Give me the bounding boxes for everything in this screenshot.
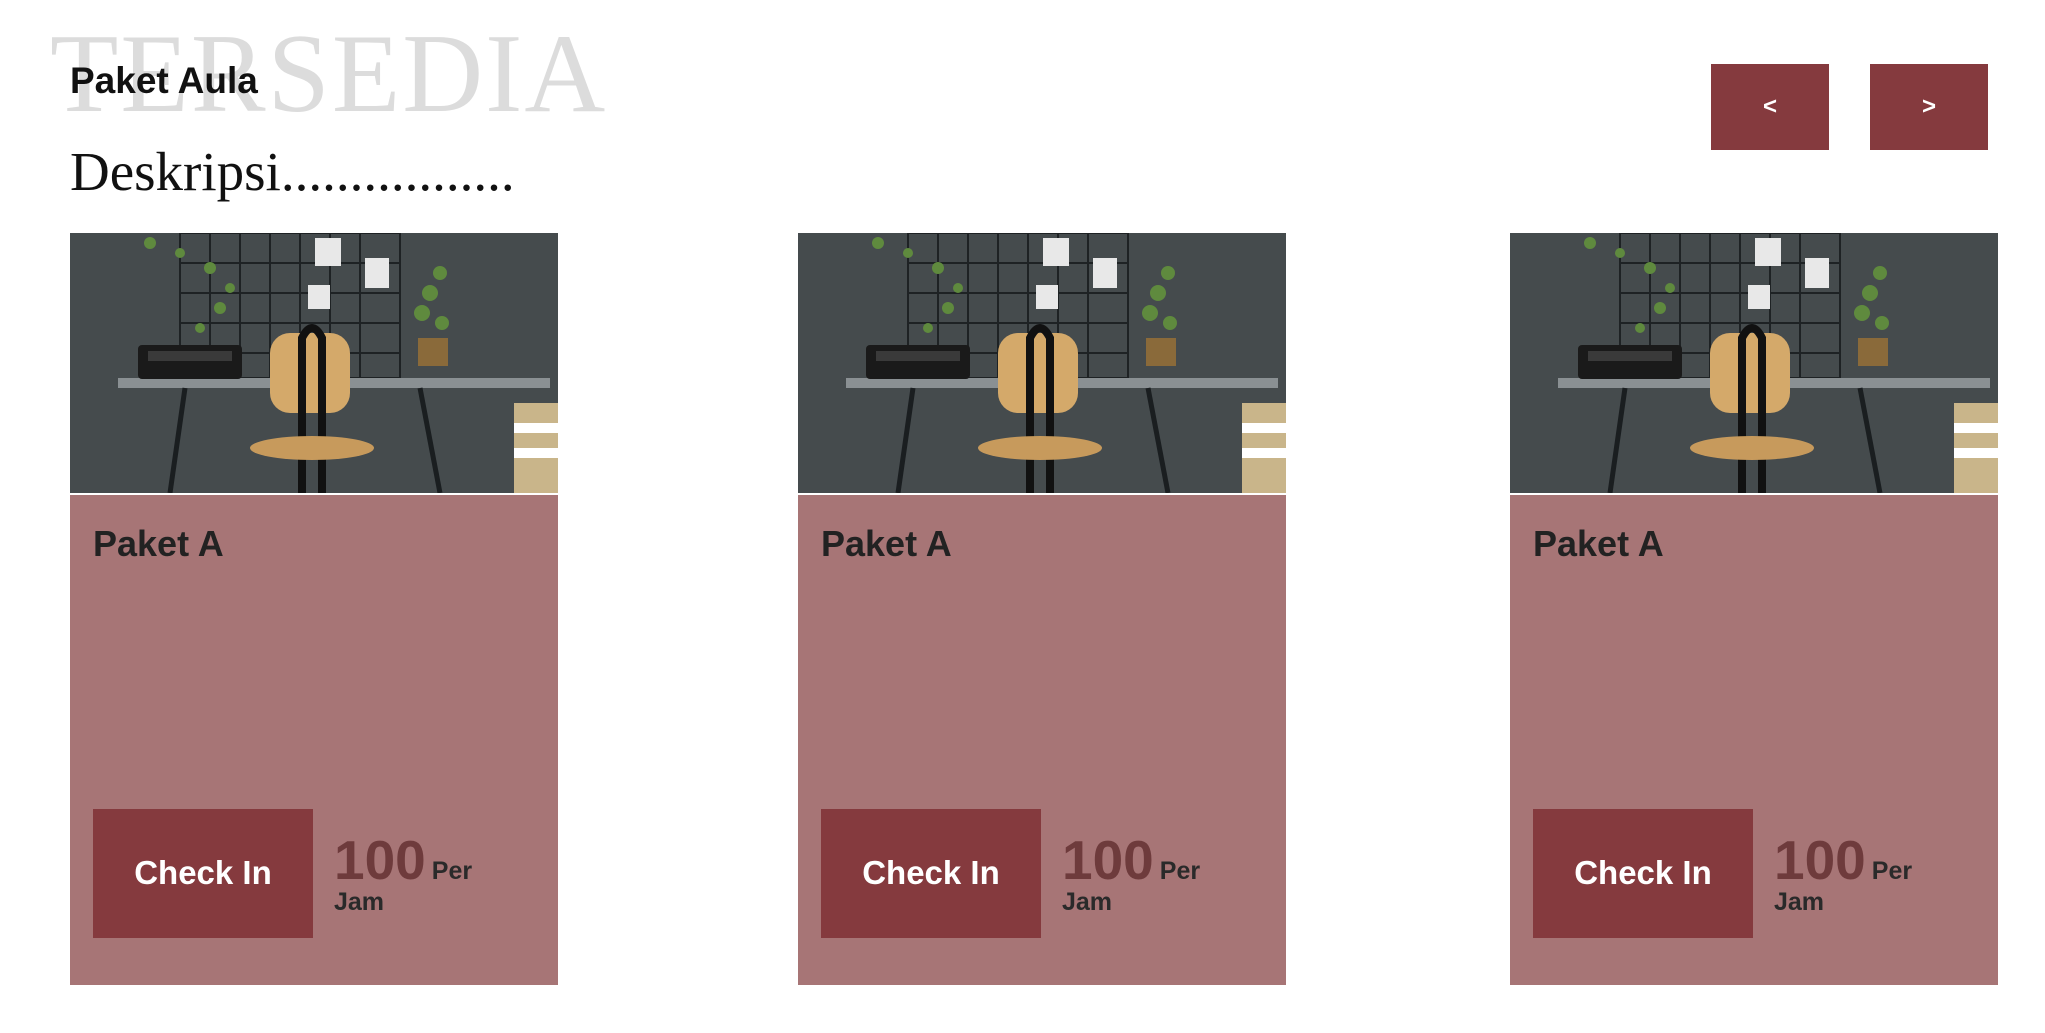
page-description: Deskripsi................. bbox=[70, 141, 515, 202]
card-title: Paket A bbox=[93, 523, 224, 564]
card-body: Paket A Check In 100 Per Jam bbox=[798, 495, 1286, 985]
desk-photo-image bbox=[1510, 233, 1998, 493]
price-unit-per: Per bbox=[431, 857, 473, 885]
price-unit-jam: Jam bbox=[1062, 888, 1113, 916]
check-in-button[interactable]: Check In bbox=[1533, 809, 1753, 938]
card-title: Paket A bbox=[1533, 523, 1664, 564]
price-unit-jam: Jam bbox=[334, 888, 385, 916]
check-in-button[interactable]: Check In bbox=[821, 809, 1041, 938]
package-card: Paket A Check In 100 Per Jam bbox=[798, 233, 1286, 985]
price: 100 Per Jam bbox=[334, 833, 472, 915]
price-unit-per: Per bbox=[1159, 857, 1201, 885]
desk-photo-image bbox=[798, 233, 1286, 493]
card-body: Paket A Check In 100 Per Jam bbox=[1510, 495, 1998, 985]
price: 100 Per Jam bbox=[1774, 833, 1912, 915]
card-body: Paket A Check In 100 Per Jam bbox=[70, 495, 558, 985]
check-in-button[interactable]: Check In bbox=[93, 809, 313, 938]
package-card: Paket A Check In 100 Per Jam bbox=[70, 233, 558, 985]
next-button[interactable]: > bbox=[1870, 64, 1988, 150]
package-card: Paket A Check In 100 Per Jam bbox=[1510, 233, 1998, 985]
price-unit-jam: Jam bbox=[1774, 888, 1825, 916]
prev-button[interactable]: < bbox=[1711, 64, 1829, 150]
price-amount: 100 bbox=[1774, 829, 1866, 891]
desk-photo-image bbox=[70, 233, 558, 493]
price: 100 Per Jam bbox=[1062, 833, 1200, 915]
card-title: Paket A bbox=[821, 523, 952, 564]
page-title: Paket Aula bbox=[70, 60, 258, 101]
price-amount: 100 bbox=[334, 829, 426, 891]
price-amount: 100 bbox=[1062, 829, 1154, 891]
price-unit-per: Per bbox=[1871, 857, 1913, 885]
